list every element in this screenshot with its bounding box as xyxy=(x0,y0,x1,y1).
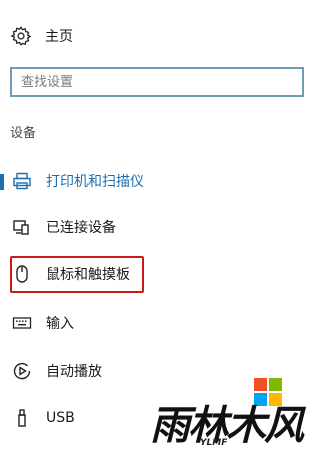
nav-item-label: USB xyxy=(46,410,75,426)
keyboard-icon xyxy=(12,317,32,329)
nav-item-label: 已连接设备 xyxy=(46,220,116,236)
watermark-logo: 雨林木风 YLMF xyxy=(150,374,305,452)
nav-item-label: 输入 xyxy=(46,316,74,332)
nav-item-label: 自动播放 xyxy=(46,364,102,380)
search-box[interactable] xyxy=(10,67,304,97)
gear-icon xyxy=(10,26,32,46)
nav-item-connected-devices[interactable]: 已连接设备 xyxy=(0,210,305,244)
watermark-subtext: YLMF xyxy=(200,438,228,448)
printer-icon xyxy=(13,172,31,190)
usb-icon xyxy=(18,409,26,427)
active-indicator xyxy=(0,174,4,190)
highlight-box xyxy=(10,256,144,293)
home-label: 主页 xyxy=(45,29,73,45)
nav-item-printers-scanners[interactable]: 打印机和扫描仪 xyxy=(0,164,305,198)
home-nav-item[interactable]: 主页 xyxy=(10,24,73,48)
section-title: 设备 xyxy=(10,126,37,141)
autoplay-icon xyxy=(13,362,31,380)
nav-item-input[interactable]: 输入 xyxy=(0,306,305,340)
nav-item-label: 打印机和扫描仪 xyxy=(46,174,144,190)
search-input[interactable] xyxy=(12,69,302,95)
devices-icon xyxy=(13,220,29,235)
